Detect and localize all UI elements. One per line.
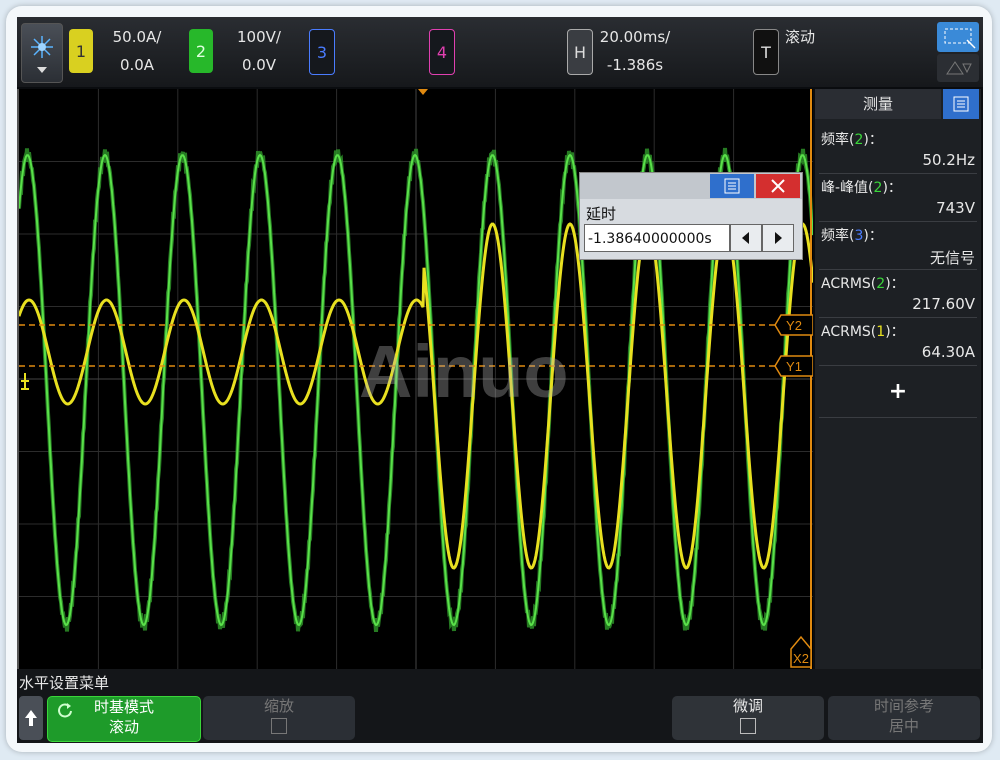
measurement-channel: 2 [876, 276, 886, 292]
arrow-left-icon [742, 232, 749, 244]
rotate-icon [58, 703, 72, 718]
time-reference-button[interactable]: 时间参考 居中 [828, 696, 980, 740]
trigger-label: T [761, 42, 771, 62]
zoom-checkbox[interactable] [271, 718, 287, 734]
measurement-name: 频率( [821, 228, 855, 244]
measurement-value: 无信号 [929, 249, 975, 267]
channel-2-scale: 100V/ [237, 28, 281, 46]
measurement-name: ACRMS( [821, 324, 877, 340]
select-box-icon [944, 28, 976, 49]
trigger-mode: 滚动 [785, 28, 816, 46]
measurements-panel: 测量 频率(2)： 50.2Hz 峰-峰值(2)： 743V 频率(3)： 无信号 ACRM… [815, 89, 981, 669]
zoom-select-button[interactable] [937, 22, 979, 52]
fine-checkbox[interactable] [740, 718, 756, 734]
timebase-mode-button[interactable]: 时基模式 滚动 [47, 696, 201, 742]
agilent-spark-icon [31, 36, 53, 73]
horizontal-scale: 20.00ms/ [599, 28, 671, 46]
measurement-label: ACRMS(2)： [821, 273, 905, 293]
horizontal-button[interactable]: H [567, 29, 593, 75]
channel-3-number: 3 [316, 42, 328, 62]
divider [819, 317, 977, 318]
measurement-value: 64.30A [921, 343, 975, 361]
zoom-label: 缩放 [263, 697, 294, 715]
measurement-value: 50.2Hz [922, 151, 975, 169]
touch-gesture-button[interactable] [937, 54, 979, 82]
channel-1-offset: 0.0A [119, 56, 155, 74]
measurement-label: 频率(2)： [821, 129, 883, 149]
horizontal-label: H [573, 42, 587, 62]
channel-3-button[interactable]: 3 [309, 29, 335, 75]
cursor-y1-label: Y1 [786, 359, 802, 374]
time-reference-value: 居中 [888, 717, 919, 735]
measurement-label: 频率(3)： [821, 225, 883, 245]
measurement-suffix: )： [885, 324, 905, 340]
measurement-channel: 1 [876, 324, 886, 340]
channel-1-button[interactable]: 1 [69, 29, 93, 73]
cursor-x2-label: X2 [793, 651, 809, 666]
measurements-menu-button[interactable] [943, 89, 979, 119]
delay-increase-button[interactable] [762, 224, 794, 252]
delay-decrease-button[interactable] [730, 224, 762, 252]
divider [819, 269, 977, 270]
oscilloscope-screen: 1 50.0A/ 0.0A 2 100V/ 0.0V 3 4 H 20.00ms… [17, 17, 983, 743]
top-status-bar: 1 50.0A/ 0.0A 2 100V/ 0.0V 3 4 H 20.00ms… [17, 17, 983, 87]
measurement-value: 743V [936, 199, 975, 217]
measurement-suffix: )： [885, 276, 905, 292]
list-icon [724, 178, 740, 194]
measurement-suffix: )： [863, 228, 883, 244]
channel-4-number: 4 [436, 42, 448, 62]
cursor-y2-label: Y2 [786, 318, 802, 333]
close-icon [771, 179, 785, 193]
measurement-name: ACRMS( [821, 276, 877, 292]
divider [819, 365, 977, 366]
main-menu-button[interactable] [21, 23, 63, 83]
measurement-suffix: )： [863, 132, 883, 148]
gesture-icon [946, 61, 972, 75]
divider [819, 417, 977, 418]
channel-1-number: 1 [75, 41, 87, 61]
time-reference-label: 时间参考 [873, 697, 934, 715]
arrow-up-icon [25, 710, 37, 726]
waveform-display[interactable]: Y2 Y1 X2 Ainuo 延时 -1.38640000000s [17, 89, 815, 669]
dialog-close-button[interactable] [756, 174, 800, 198]
menu-title: 水平设置菜单 [19, 674, 110, 692]
delay-input[interactable]: -1.38640000000s [584, 224, 730, 252]
softkey-menu: 水平设置菜单 时基模式 滚动 缩放 微调 时间参考 居中 [17, 669, 983, 743]
measurement-label: ACRMS(1)： [821, 321, 905, 341]
measurement-name: 峰-峰值( [821, 180, 874, 196]
channel-2-number: 2 [195, 41, 207, 61]
watermark: Ainuo [359, 330, 569, 413]
add-measurement-button[interactable]: + [815, 379, 981, 404]
zoom-button[interactable]: 缩放 [203, 696, 355, 740]
channel-1-ground-icon [21, 373, 29, 390]
timebase-mode-value: 滚动 [108, 718, 139, 736]
channel-1-scale: 50.0A/ [112, 28, 162, 46]
measurements-tab[interactable]: 测量 [815, 89, 941, 119]
delay-label: 延时 [586, 205, 617, 223]
dialog-menu-button[interactable] [710, 174, 754, 198]
measurement-suffix: )： [882, 180, 902, 196]
measurement-name: 频率( [821, 132, 855, 148]
measurement-value: 217.60V [912, 295, 975, 313]
trigger-position-marker [418, 89, 428, 95]
horizontal-delay: -1.386s [606, 56, 664, 74]
fine-label: 微调 [732, 697, 763, 715]
menu-up-button[interactable] [19, 696, 43, 740]
fine-button[interactable]: 微调 [672, 696, 824, 740]
channel-2-offset: 0.0V [241, 56, 277, 74]
delay-dialog: 延时 -1.38640000000s [579, 172, 803, 260]
list-icon [953, 96, 969, 112]
arrow-right-icon [775, 232, 782, 244]
measurement-label: 峰-峰值(2)： [821, 177, 902, 197]
channel-4-button[interactable]: 4 [429, 29, 455, 75]
channel-2-button[interactable]: 2 [189, 29, 213, 73]
divider [819, 173, 977, 174]
divider [819, 221, 977, 222]
trigger-button[interactable]: T [753, 29, 779, 75]
